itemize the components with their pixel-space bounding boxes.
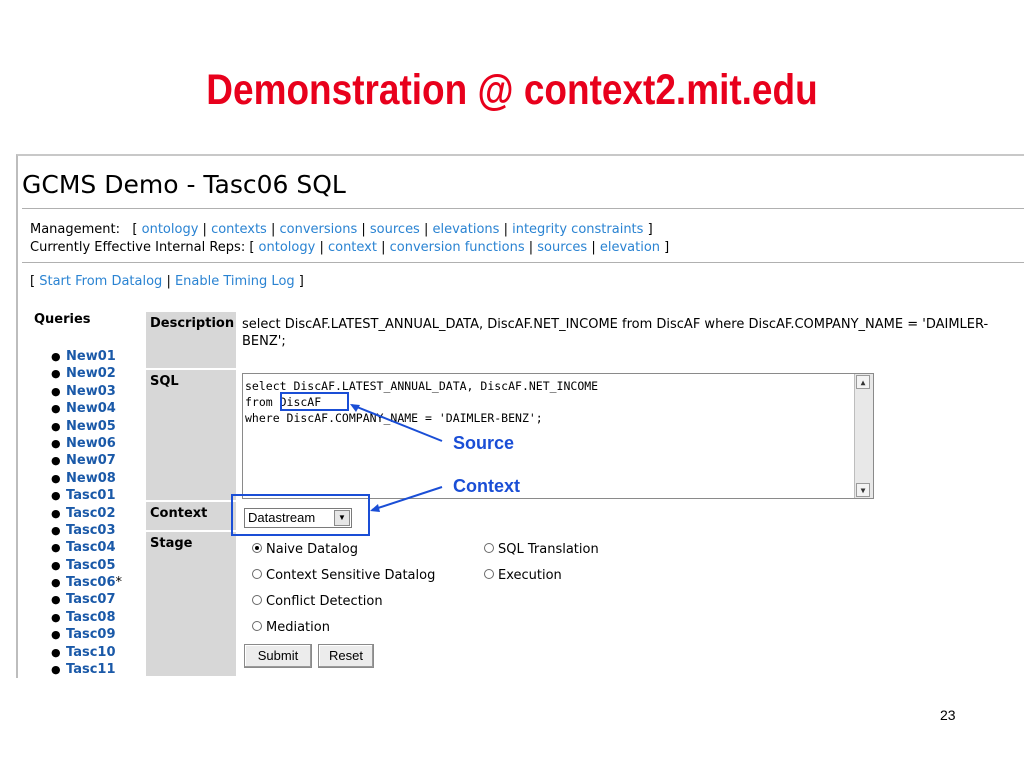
context-annotation: Context <box>453 476 520 496</box>
context-arrow-head-icon <box>370 504 380 512</box>
context-arrow <box>371 486 443 511</box>
source-annotation: Source <box>453 433 515 453</box>
annotation-overlay <box>231 392 443 536</box>
context-highlight-box <box>231 494 370 536</box>
slide-number: 23 <box>940 707 956 723</box>
source-arrow <box>351 404 443 442</box>
source-highlight-box <box>280 392 349 411</box>
